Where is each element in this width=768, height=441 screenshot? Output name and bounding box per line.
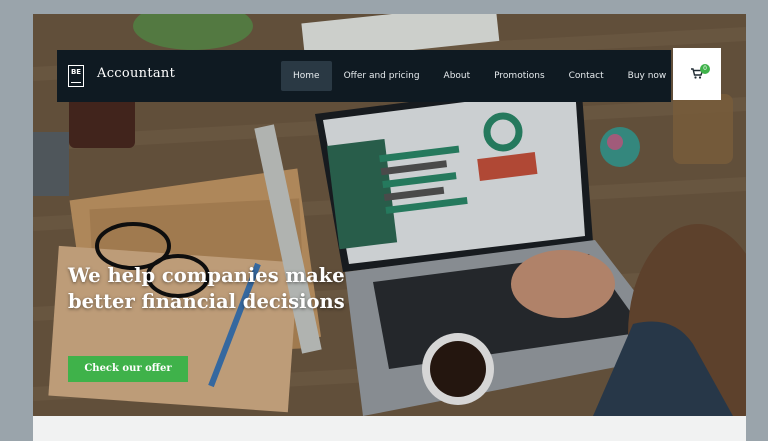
hero-section: BE Accountant Home Offer and pricing Abo… — [33, 14, 746, 416]
nav-menu: Home Offer and pricing About Promotions … — [281, 61, 678, 91]
cart-button[interactable]: 0 — [673, 48, 721, 100]
cart-count-badge: 0 — [700, 64, 710, 74]
nav-item-offer-and-pricing[interactable]: Offer and pricing — [332, 61, 432, 91]
brand-name[interactable]: Accountant — [97, 66, 175, 81]
nav-item-about[interactable]: About — [432, 61, 483, 91]
nav-item-home[interactable]: Home — [281, 61, 332, 91]
nav-item-contact[interactable]: Contact — [557, 61, 616, 91]
logo-icon[interactable]: BE — [68, 65, 84, 87]
hero-headline: We help companies make better financial … — [68, 264, 345, 313]
page: BE Accountant Home Offer and pricing Abo… — [33, 14, 746, 441]
check-offer-button[interactable]: Check our offer — [68, 356, 188, 382]
main-navbar: BE Accountant Home Offer and pricing Abo… — [57, 50, 671, 102]
nav-item-buy-now[interactable]: Buy now — [616, 61, 679, 91]
nav-item-promotions[interactable]: Promotions — [482, 61, 556, 91]
